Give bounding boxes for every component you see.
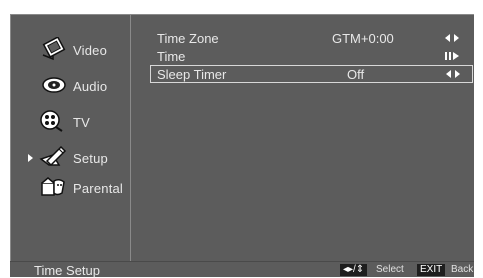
- sidebar: Video Audio TV Setup Parental: [11, 15, 131, 261]
- settings-list: Time Zone GTM+0:00 Time Sleep Timer Off: [132, 29, 475, 83]
- sidebar-item-label: Audio: [73, 79, 108, 94]
- setup-icon: [39, 145, 67, 169]
- navigation-keys-icon: ◂▸/⇕: [340, 264, 368, 276]
- menu-panel: Video Audio TV Setup Parental Time Zone …: [10, 14, 474, 261]
- setting-name: Time Zone: [157, 31, 219, 46]
- page-title: Time Setup: [34, 263, 100, 278]
- setup-screen: Video Audio TV Setup Parental Time Zone …: [10, 14, 474, 278]
- audio-icon: [39, 73, 67, 97]
- setting-name: Sleep Timer: [157, 67, 227, 82]
- setting-row-sleep-timer[interactable]: Sleep Timer Off: [150, 65, 473, 83]
- footer-bar: Time Setup ◂▸/⇕ Select EXIT Back: [10, 261, 474, 278]
- back-hint-label: Back: [451, 264, 474, 275]
- left-right-arrows-icon[interactable]: [444, 32, 460, 44]
- video-icon: [39, 36, 67, 61]
- setting-row-time[interactable]: Time: [132, 47, 475, 65]
- left-right-arrows-icon[interactable]: [445, 68, 461, 80]
- sidebar-item-label: Video: [73, 43, 108, 58]
- setting-row-time-zone[interactable]: Time Zone GTM+0:00: [132, 29, 475, 47]
- setting-name: Time: [157, 49, 186, 64]
- sidebar-item-tv[interactable]: TV: [11, 107, 131, 137]
- setting-value: GTM+0:00: [332, 31, 394, 46]
- sidebar-item-audio[interactable]: Audio: [11, 71, 131, 101]
- back-hint[interactable]: EXIT Back: [417, 264, 473, 276]
- selection-caret-icon: [28, 154, 33, 162]
- parental-icon: [39, 175, 67, 199]
- sidebar-item-parental[interactable]: Parental: [11, 173, 131, 203]
- select-hint: ◂▸/⇕ Select: [340, 264, 404, 276]
- sidebar-item-video[interactable]: Video: [11, 35, 131, 65]
- sidebar-item-label: TV: [73, 115, 91, 130]
- select-hint-label: Select: [375, 264, 404, 275]
- setting-value: Off: [347, 67, 365, 82]
- sidebar-item-label: Parental: [73, 181, 124, 196]
- exit-key: EXIT: [417, 264, 446, 276]
- sidebar-item-setup[interactable]: Setup: [11, 143, 131, 173]
- pause-play-icon[interactable]: [444, 50, 460, 62]
- sidebar-item-label: Setup: [73, 151, 108, 166]
- tv-icon: [39, 109, 67, 133]
